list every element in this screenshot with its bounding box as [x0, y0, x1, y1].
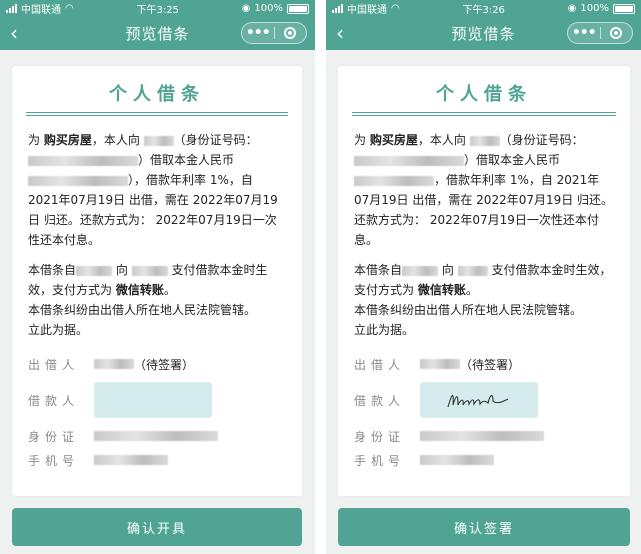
phone-row: 手机号 — [28, 448, 286, 472]
phone-row: 手机号 — [354, 448, 614, 472]
phone-label: 手机号 — [354, 453, 406, 468]
redacted-lender-name — [420, 359, 460, 369]
redacted-phone — [420, 455, 494, 465]
back-arrow-icon[interactable]: ‹ — [10, 23, 18, 43]
lender-label: 出借人 — [28, 357, 80, 372]
close-target-icon[interactable] — [600, 27, 632, 39]
battery-percent: 100% — [580, 3, 609, 14]
iou-body: 为 购买房屋，本人向 （身份证号码：）借取本金人民币 ，借款年利率 1%，自 2… — [338, 116, 630, 340]
battery-icon — [287, 3, 309, 14]
iou-card: 个人借条 为 购买房屋，本人向 （身份证号码：）借取本金人民币 ），借款年利率 … — [12, 66, 302, 496]
mini-program-capsule: ••• — [241, 22, 307, 44]
iou-paragraph-closing: 立此为据。 — [354, 323, 415, 337]
lender-label: 出借人 — [354, 357, 406, 372]
redacted-id — [94, 431, 218, 441]
signature-fields: 出借人 （待签署） 借款人 身份证 手机号 — [12, 340, 302, 472]
confirm-sign-button[interactable]: 确认签署 — [338, 508, 630, 546]
wifi-icon: ◠ — [391, 3, 400, 14]
borrower-signature-box[interactable] — [94, 382, 212, 418]
lender-row: 出借人 （待签署） — [354, 352, 614, 376]
more-dots-icon[interactable]: ••• — [568, 25, 600, 41]
carrier-label: 中国联通 — [21, 5, 61, 16]
borrower-row: 借款人 — [28, 376, 286, 424]
iou-paragraph-terms: 为 购买房屋，本人向 （身份证号码：）借取本金人民币 ，借款年利率 1%，自 2… — [354, 133, 614, 247]
back-arrow-icon[interactable]: ‹ — [336, 23, 344, 43]
nav-bar: ‹ 预览借条 ••• — [326, 17, 641, 50]
status-time: 下午3:26 — [462, 5, 505, 16]
redacted-id-number — [354, 155, 464, 166]
redacted-lender-name — [94, 359, 134, 369]
borrower-row: 借款人 — [354, 376, 614, 424]
redacted-lender — [76, 265, 113, 276]
id-row: 身份证 — [354, 424, 614, 448]
status-bar: 中国联通 ◠ 下午3:26 ◉ 100% — [326, 0, 641, 17]
status-time: 下午3:25 — [136, 5, 179, 16]
lender-row: 出借人 （待签署） — [28, 352, 286, 376]
iou-body: 为 购买房屋，本人向 （身份证号码：）借取本金人民币 ），借款年利率 1%，自 … — [12, 116, 302, 340]
iou-title: 个人借条 — [109, 84, 205, 105]
content-area: 个人借条 为 购买房屋，本人向 （身份证号码：）借取本金人民币 ），借款年利率 … — [0, 50, 315, 554]
id-label: 身份证 — [354, 429, 406, 444]
signal-icon — [332, 4, 343, 13]
iou-paragraph-effect: 本借条自 向 支付借款本金时生效，支付方式为 微信转账。 — [28, 263, 268, 297]
lender-status: （待签署） — [134, 357, 195, 372]
redacted-name — [469, 135, 500, 146]
redacted-name — [143, 135, 174, 146]
iou-paragraph-terms: 为 购买房屋，本人向 （身份证号码：）借取本金人民币 ），借款年利率 1%，自 … — [28, 133, 278, 247]
phone-screen-preview: 中国联通 ◠ 下午3:25 ◉ 100% ‹ 预览借条 ••• 个人借条 为 购… — [0, 0, 315, 554]
phone-screen-signed: 中国联通 ◠ 下午3:26 ◉ 100% ‹ 预览借条 ••• 个人借条 为 购… — [326, 0, 641, 554]
signature-fields: 出借人 （待签署） 借款人 身份证 手机号 — [338, 340, 630, 472]
confirm-issue-button[interactable]: 确认开具 — [12, 508, 302, 546]
borrower-label: 借款人 — [28, 393, 80, 408]
more-dots-icon[interactable]: ••• — [242, 25, 274, 41]
redacted-borrower — [131, 265, 168, 276]
battery-percent: 100% — [254, 3, 283, 14]
phone-label: 手机号 — [28, 453, 80, 468]
redacted-id-number — [28, 155, 138, 166]
iou-paragraph-jurisdiction: 本借条纠纷由出借人所在地人民法院管辖。 — [28, 303, 257, 317]
iou-paragraph-effect: 本借条自 向 支付借款本金时生效，支付方式为 微信转账。 — [354, 263, 612, 297]
borrower-label: 借款人 — [354, 393, 406, 408]
battery-icon — [613, 3, 635, 14]
status-bar: 中国联通 ◠ 下午3:25 ◉ 100% — [0, 0, 315, 17]
iou-paragraph-jurisdiction: 本借条纠纷由出借人所在地人民法院管辖。 — [354, 303, 583, 317]
iou-card: 个人借条 为 购买房屋，本人向 （身份证号码：）借取本金人民币 ，借款年利率 1… — [338, 66, 630, 496]
carrier-label: 中国联通 — [347, 5, 387, 16]
redacted-phone — [94, 455, 168, 465]
nav-bar: ‹ 预览借条 ••• — [0, 17, 315, 50]
alarm-icon: ◉ — [567, 3, 577, 14]
handwritten-signature — [447, 394, 509, 408]
close-target-icon[interactable] — [274, 27, 306, 39]
iou-paragraph-closing: 立此为据。 — [28, 323, 89, 337]
id-label: 身份证 — [28, 429, 80, 444]
wifi-icon: ◠ — [65, 3, 74, 14]
redacted-amount — [28, 175, 128, 186]
redacted-borrower — [457, 265, 488, 276]
redacted-lender — [402, 265, 439, 276]
content-area: 个人借条 为 购买房屋，本人向 （身份证号码：）借取本金人民币 ，借款年利率 1… — [326, 50, 641, 554]
lender-status: （待签署） — [460, 357, 521, 372]
id-row: 身份证 — [28, 424, 286, 448]
iou-title: 个人借条 — [436, 84, 532, 105]
alarm-icon: ◉ — [241, 3, 251, 14]
mini-program-capsule: ••• — [567, 22, 633, 44]
signal-icon — [6, 4, 17, 13]
redacted-id — [420, 431, 544, 441]
borrower-signature-box[interactable] — [420, 382, 538, 418]
redacted-amount — [354, 175, 434, 186]
